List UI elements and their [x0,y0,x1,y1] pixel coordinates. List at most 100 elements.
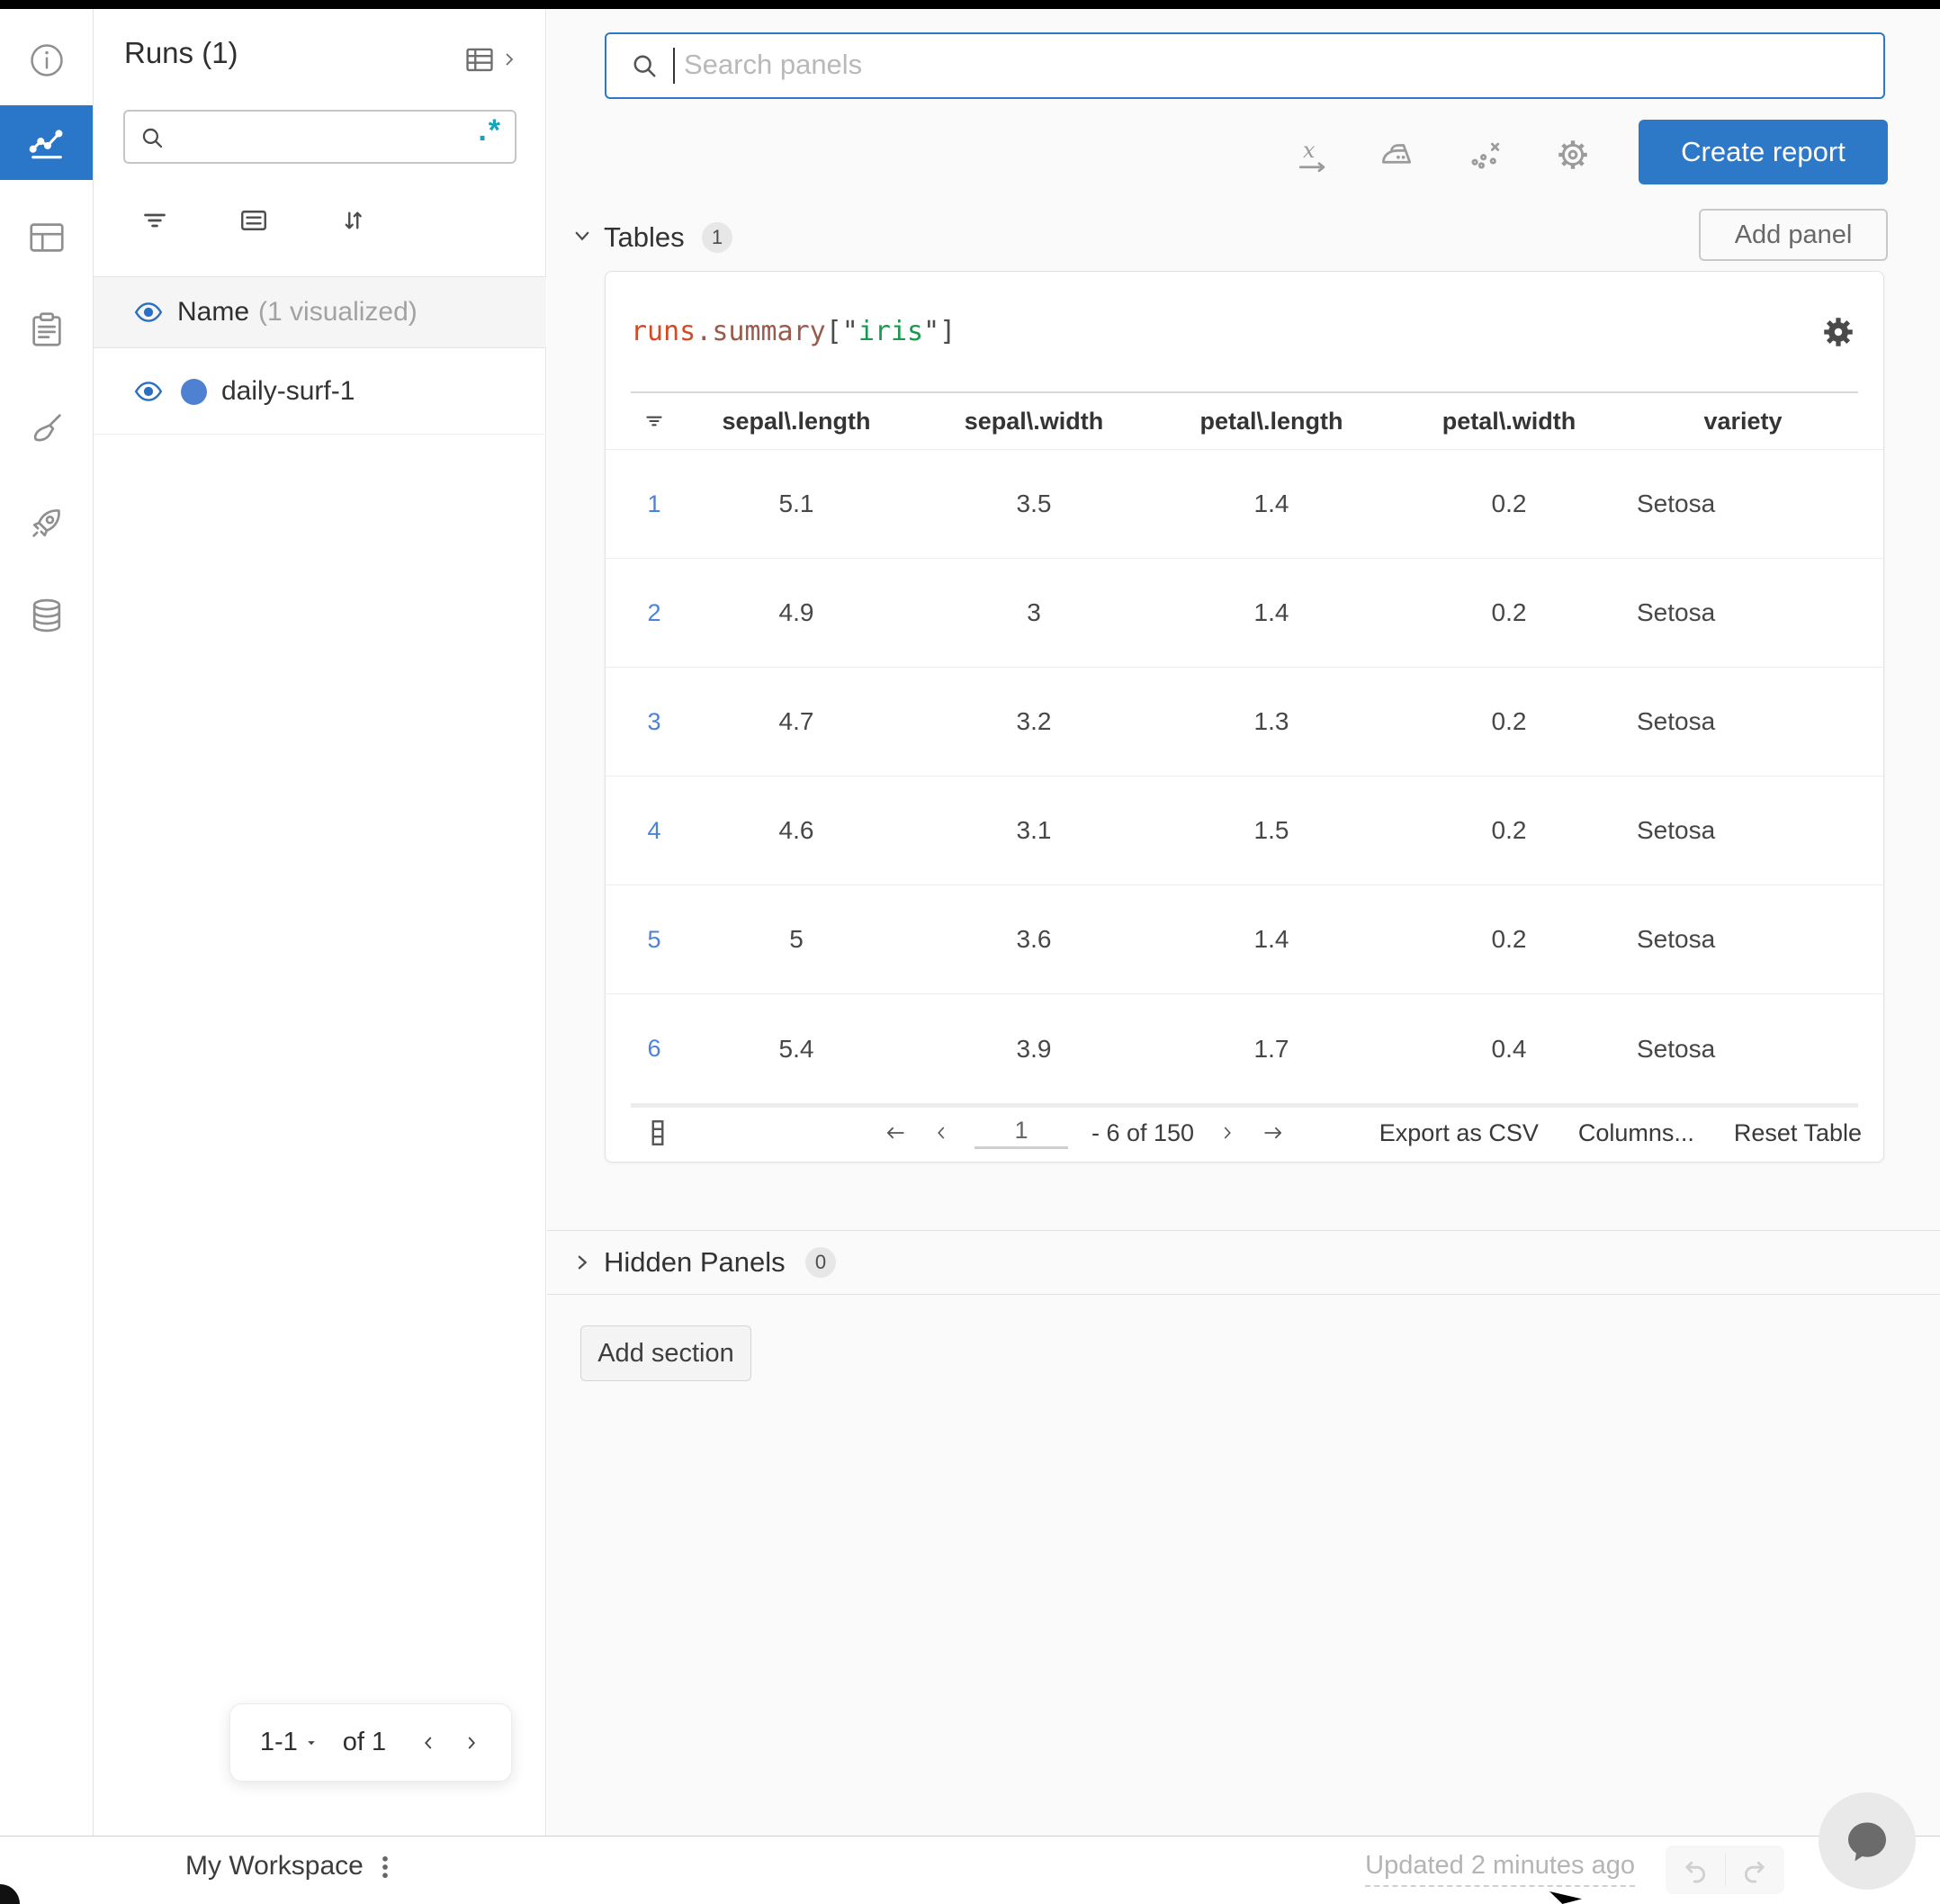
cell-value: 5.1 [778,489,814,517]
table-row: 5 5 3.6 1.4 0.2 Setosa [606,885,1883,994]
run-dot [181,378,207,405]
undo-button[interactable] [1666,1846,1725,1894]
runs-name-header-row: Name (1 visualized) [94,276,546,348]
next-page-chevron-icon[interactable] [1217,1123,1237,1143]
table-row: 6 5.4 3.9 1.7 0.4 Setosa [606,994,1883,1103]
run-name[interactable]: daily-surf-1 [221,376,355,407]
page-total-label: of 1 [342,1728,387,1756]
cell-value: 4.6 [778,816,814,844]
page-range-label[interactable]: 1-1 [260,1728,298,1757]
add-panel-button[interactable]: Add panel [1699,209,1888,261]
column-header[interactable]: petal\.width [1390,408,1628,436]
export-csv-button[interactable]: Export as CSV [1379,1119,1539,1147]
code-token: [" [825,316,858,347]
clipboard-icon[interactable] [0,297,93,362]
app-window: Runs (1) .* Name (1 visualized) daily-su… [0,0,1940,1904]
outliers-button[interactable] [1465,134,1506,175]
info-icon[interactable] [0,28,93,93]
x-axis-icon: x [1298,138,1325,173]
code-token: summary [712,316,826,347]
top-black-bar [0,0,1940,9]
cell-value: 0.2 [1491,598,1527,626]
column-header[interactable]: sepal\.width [915,408,1153,436]
column-header[interactable]: petal\.length [1153,408,1390,436]
hidden-panels-count-badge: 0 [805,1247,836,1278]
create-report-button[interactable]: Create report [1639,120,1888,184]
code-token: runs [631,316,696,347]
tables-section-chevron-icon[interactable] [569,222,596,249]
column-header[interactable]: variety [1628,408,1858,436]
updated-timestamp[interactable]: Updated 2 minutes ago [1365,1851,1635,1887]
panels-layout-icon[interactable] [0,205,93,270]
row-index-link[interactable]: 5 [631,926,678,954]
table-header-row: sepal\.length sepal\.width petal\.length pe… [606,393,1883,450]
x-axis-settings-button[interactable]: x [1292,134,1334,175]
hidden-panels-section[interactable]: Hidden Panels 0 [547,1231,1940,1295]
visibility-eye-icon[interactable] [132,296,165,328]
sweep-broom-icon[interactable] [0,396,93,461]
table-filter-button[interactable] [631,409,678,433]
workspace-settings-button[interactable] [1552,134,1594,175]
prev-page-chevron-icon[interactable] [931,1123,951,1143]
row-index-link[interactable]: 2 [631,599,678,627]
table-row: 4 4.6 3.1 1.5 0.2 Setosa [606,777,1883,885]
column-header[interactable]: sepal\.length [678,408,915,436]
cell-value: 3.5 [1016,489,1052,517]
visualized-count-label: (1 visualized) [258,297,418,327]
sort-arrows-icon [345,211,362,229]
database-artifacts-icon[interactable] [0,583,93,648]
redo-button[interactable] [1726,1846,1785,1894]
charts-workspace-tab[interactable] [0,105,93,180]
cell-value: 0.2 [1491,925,1527,953]
runs-search-input[interactable] [175,115,476,158]
caret-down-icon[interactable] [303,1735,319,1751]
table-row: 1 5.1 3.5 1.4 0.2 Setosa [606,450,1883,559]
code-token: "] [923,316,957,347]
first-page-arrow-icon[interactable] [883,1120,908,1145]
sort-runs-button[interactable] [328,195,378,246]
row-height-button[interactable] [642,1117,674,1149]
line-chart-icon [29,129,62,158]
rocket-launch-icon[interactable] [0,490,93,555]
page-number-input[interactable]: 1 [974,1117,1068,1149]
chevron-left-icon[interactable] [418,1733,438,1753]
workspace-menu-button[interactable] [365,1846,405,1889]
cell-value: 1.5 [1253,816,1289,844]
runs-search-box: .* [123,110,516,164]
row-index-link[interactable]: 1 [631,490,678,518]
tables-section-title[interactable]: Tables [604,221,685,254]
chevron-right-icon[interactable] [462,1733,481,1753]
row-index-link[interactable]: 6 [631,1035,678,1063]
chat-button[interactable] [1819,1792,1916,1890]
add-section-button[interactable]: Add section [580,1325,751,1381]
cell-value: Setosa [1637,925,1716,953]
cell-value: 1.4 [1253,489,1289,517]
code-token: iris [858,316,924,347]
visibility-eye-icon[interactable] [132,375,165,408]
filter-icon [646,416,662,427]
table-pagination: 1 - 6 of 150 [883,1108,1286,1158]
name-column-label[interactable]: Name [177,297,249,328]
run-columns-button[interactable] [229,195,279,246]
cell-value: 1.4 [1253,598,1289,626]
run-list-item[interactable]: daily-surf-1 [94,349,546,435]
workspace-title[interactable]: My Workspace [185,1851,364,1882]
reset-table-button[interactable]: Reset Table [1734,1119,1862,1147]
smoothing-button[interactable] [1377,134,1418,175]
filter-runs-button[interactable] [130,195,180,246]
search-panels-input[interactable]: Search panels [605,32,1885,99]
hidden-panels-chevron-icon[interactable] [569,1249,596,1276]
filter-icon [144,213,166,228]
expand-run-table-button[interactable] [463,40,531,79]
last-page-arrow-icon[interactable] [1261,1120,1286,1145]
regex-toggle-icon[interactable]: .* [478,113,502,148]
cell-value: 4.7 [778,707,814,735]
columns-button[interactable]: Columns... [1578,1119,1694,1147]
hidden-panels-title[interactable]: Hidden Panels [604,1246,786,1279]
panel-settings-button[interactable] [1819,312,1858,352]
row-index-link[interactable]: 4 [631,817,678,845]
row-index-link[interactable]: 3 [631,708,678,736]
left-icon-rail [0,9,94,1836]
panel-code: runs.summary["iris"] [631,316,956,347]
undo-icon [1685,1861,1705,1883]
